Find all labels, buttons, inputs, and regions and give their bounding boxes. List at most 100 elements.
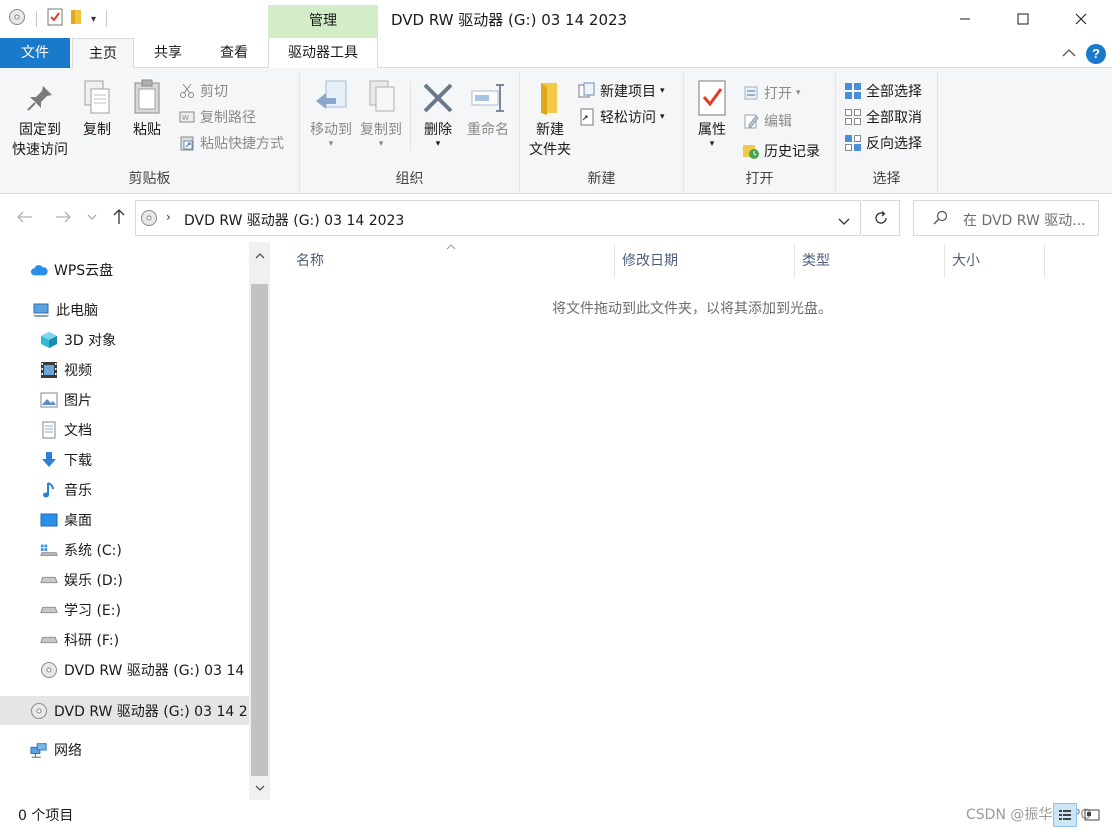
column-header-name[interactable]: 名称 bbox=[288, 250, 614, 280]
select-none-button[interactable]: 全部取消 bbox=[844, 106, 922, 128]
nav-item-videos[interactable]: 视频 bbox=[40, 356, 92, 384]
pin-to-quick-access-button[interactable]: 固定到 快速访问 bbox=[8, 78, 72, 160]
ribbon-tabs: 文件 主页 共享 查看 驱动器工具 ? bbox=[0, 38, 1112, 69]
move-to-button[interactable]: 移动到 ▾ bbox=[306, 78, 356, 149]
context-tab-manage[interactable]: 管理 bbox=[268, 5, 378, 38]
group-select: 全部选择 全部取消 反向选择 选择 bbox=[836, 72, 938, 192]
copy-path-button[interactable]: W 复制路径 bbox=[178, 106, 256, 128]
nav-item-dvd-g-root[interactable]: DVD RW 驱动器 (G:) 03 14 2 bbox=[0, 696, 249, 725]
paste-label: 粘贴 bbox=[133, 122, 161, 138]
nav-item-desktop[interactable]: 桌面 bbox=[40, 506, 92, 534]
nav-item-this-pc[interactable]: 此电脑 bbox=[32, 296, 98, 324]
invert-selection-button[interactable]: 反向选择 bbox=[844, 132, 922, 154]
scroll-up-chevron-icon[interactable] bbox=[249, 246, 270, 266]
scroll-down-chevron-icon[interactable] bbox=[249, 778, 270, 798]
documents-icon bbox=[40, 421, 58, 439]
nav-item-network[interactable]: 网络 bbox=[30, 736, 82, 764]
nav-item-wps-cloud[interactable]: WPS云盘 bbox=[30, 256, 113, 284]
nav-item-system-c[interactable]: 系统 (C:) bbox=[40, 536, 122, 564]
minimize-button[interactable] bbox=[936, 0, 994, 38]
details-view-icon bbox=[1059, 810, 1071, 820]
address-history-chevron-down-icon[interactable] bbox=[838, 214, 850, 230]
column-header-size[interactable]: 大小 bbox=[944, 250, 1044, 280]
up-button[interactable] bbox=[108, 206, 130, 228]
recent-locations-button[interactable] bbox=[84, 206, 100, 228]
tab-file[interactable]: 文件 bbox=[0, 38, 70, 68]
nav-item-dvd-g[interactable]: DVD RW 驱动器 (G:) 03 14 bbox=[40, 656, 248, 684]
new-folder-button[interactable]: 新建 文件夹 bbox=[524, 78, 576, 160]
tab-drive-tools[interactable]: 驱动器工具 bbox=[268, 38, 378, 69]
select-all-button[interactable]: 全部选择 bbox=[844, 80, 922, 102]
column-header-modified[interactable]: 修改日期 bbox=[614, 250, 794, 280]
column-header-type[interactable]: 类型 bbox=[794, 250, 944, 280]
refresh-button[interactable] bbox=[862, 200, 900, 236]
nav-item-study-e[interactable]: 学习 (E:) bbox=[40, 596, 121, 624]
new-item-button[interactable]: 新建项目 ▾ bbox=[578, 80, 665, 102]
open-chevron-down-icon: ▾ bbox=[796, 88, 801, 98]
copy-to-button[interactable]: 复制到 ▾ bbox=[356, 78, 406, 149]
nav-item-music[interactable]: 音乐 bbox=[40, 476, 92, 504]
dvd-icon bbox=[30, 702, 48, 720]
edit-button[interactable]: 编辑 bbox=[742, 110, 792, 132]
paste-shortcut-button[interactable]: 粘贴快捷方式 bbox=[178, 132, 284, 154]
nav-item-documents[interactable]: 文档 bbox=[40, 416, 92, 444]
network-icon bbox=[30, 741, 48, 759]
nav-item-3d-objects[interactable]: 3D 对象 bbox=[40, 326, 116, 354]
breadcrumb-chevron-right-icon[interactable]: › bbox=[166, 210, 171, 224]
help-icon[interactable]: ? bbox=[1086, 44, 1106, 64]
address-bar[interactable]: › DVD RW 驱动器 (G:) 03 14 2023 bbox=[135, 200, 861, 236]
nav-label: 视频 bbox=[64, 363, 92, 379]
quick-access-toolbar: ▾ bbox=[8, 8, 111, 30]
video-icon bbox=[40, 361, 58, 379]
status-bar: 0 个项目 CSDN @振华OPPO bbox=[0, 800, 1112, 830]
search-box[interactable]: 在 DVD RW 驱动... bbox=[913, 200, 1099, 236]
move-to-chevron-down-icon: ▾ bbox=[328, 139, 334, 149]
maximize-button[interactable] bbox=[994, 0, 1052, 38]
easy-access-button[interactable]: 轻松访问 ▾ bbox=[578, 106, 665, 128]
downloads-icon bbox=[40, 451, 58, 469]
group-open: 属性 ▾ 打开 ▾ 编辑 历史记录 打开 bbox=[684, 72, 836, 192]
nav-item-pictures[interactable]: 图片 bbox=[40, 386, 92, 414]
scrollbar-thumb[interactable] bbox=[251, 284, 268, 776]
computer-icon bbox=[32, 301, 50, 319]
breadcrumb-path[interactable]: DVD RW 驱动器 (G:) 03 14 2023 bbox=[184, 210, 404, 230]
close-button[interactable] bbox=[1052, 0, 1110, 38]
back-arrow-icon bbox=[17, 211, 32, 223]
move-to-icon bbox=[312, 78, 350, 118]
customize-qat-chevron-down-icon[interactable]: ▾ bbox=[91, 14, 96, 25]
open-button[interactable]: 打开 ▾ bbox=[742, 82, 801, 104]
dvd-window-icon bbox=[8, 8, 26, 30]
forward-button[interactable] bbox=[52, 206, 74, 228]
tab-home[interactable]: 主页 bbox=[72, 38, 134, 69]
collapse-ribbon-chevron-up-icon[interactable] bbox=[1062, 46, 1076, 62]
tab-share[interactable]: 共享 bbox=[140, 38, 196, 68]
properties-chevron-down-icon: ▾ bbox=[709, 139, 715, 149]
pin-icon bbox=[21, 78, 59, 118]
nav-scrollbar[interactable] bbox=[249, 242, 270, 800]
properties-icon[interactable] bbox=[47, 8, 63, 30]
back-button[interactable] bbox=[14, 206, 36, 228]
cut-button[interactable]: 剪切 bbox=[178, 80, 228, 102]
details-view-button[interactable] bbox=[1053, 803, 1077, 827]
nav-label: 文档 bbox=[64, 423, 92, 439]
paste-button[interactable]: 粘贴 bbox=[124, 78, 170, 140]
rename-button[interactable]: 重命名 bbox=[462, 78, 514, 140]
nav-item-entertainment-d[interactable]: 娱乐 (D:) bbox=[40, 566, 123, 594]
properties-button[interactable]: 属性 ▾ bbox=[690, 78, 734, 149]
history-label: 历史记录 bbox=[764, 144, 820, 160]
easy-access-label: 轻松访问 bbox=[600, 110, 656, 126]
delete-button[interactable]: 删除 ▾ bbox=[416, 78, 460, 149]
large-icons-view-button[interactable] bbox=[1080, 803, 1104, 827]
drive-icon bbox=[40, 571, 58, 589]
copy-to-chevron-down-icon: ▾ bbox=[378, 139, 384, 149]
new-folder-icon[interactable] bbox=[69, 8, 85, 30]
tab-view[interactable]: 查看 bbox=[204, 38, 264, 68]
nav-item-downloads[interactable]: 下载 bbox=[40, 446, 92, 474]
file-list[interactable]: 名称 修改日期 类型 大小 将文件拖动到此文件夹，以将其添加到光盘。 bbox=[272, 242, 1112, 800]
copy-button[interactable]: 复制 bbox=[74, 78, 120, 140]
nav-label: 网络 bbox=[54, 743, 82, 759]
maximize-icon bbox=[1017, 13, 1029, 25]
history-button[interactable]: 历史记录 bbox=[742, 140, 820, 162]
nav-label: 下载 bbox=[64, 453, 92, 469]
nav-item-research-f[interactable]: 科研 (F:) bbox=[40, 626, 119, 654]
